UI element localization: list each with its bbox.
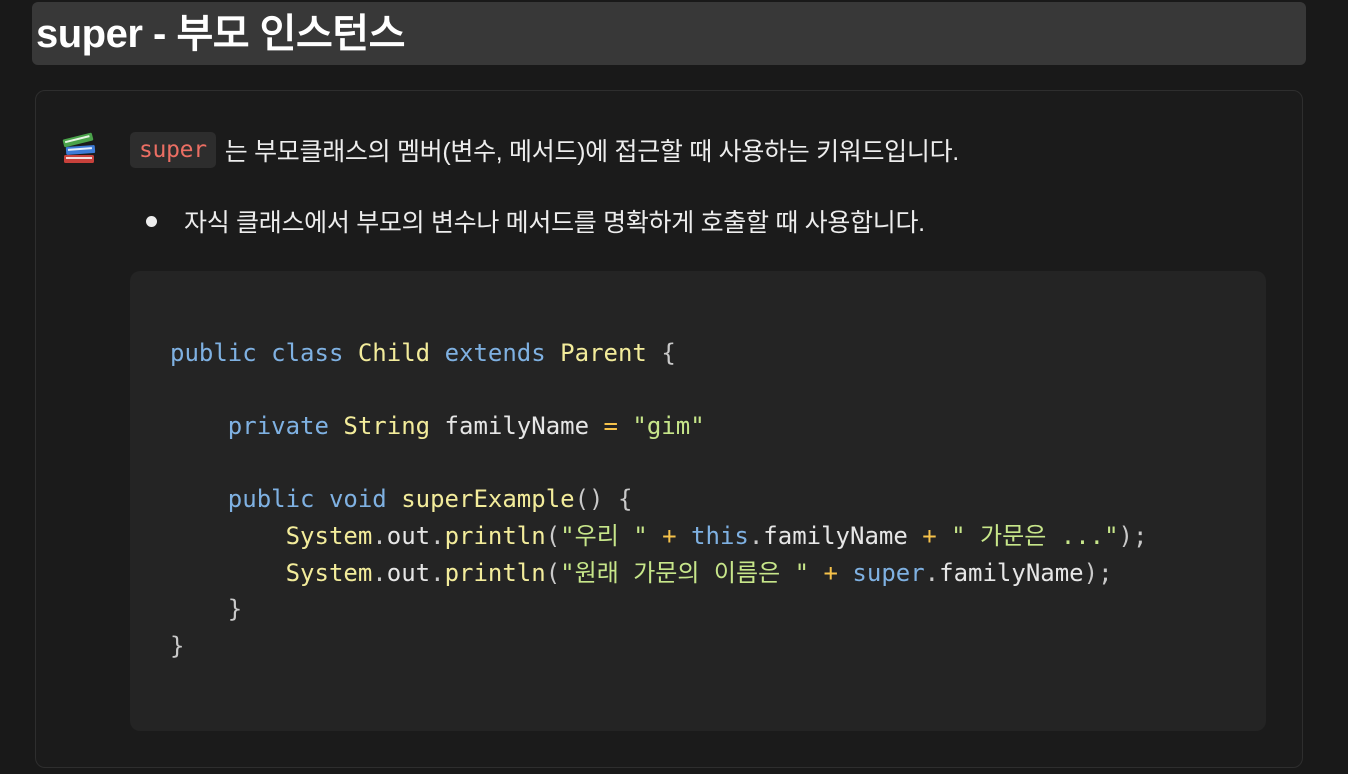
code-token-fn: superExample — [401, 485, 575, 514]
code-token-kw: super — [852, 558, 925, 587]
notion-page: super - 부모 인스턴스 super 는 부모클래스의 멤버(변수, 메서… — [0, 0, 1348, 774]
code-token-punc: ); — [1118, 521, 1148, 550]
code-line: private String familyName = "gim" — [170, 408, 1147, 445]
callout-block[interactable]: super 는 부모클래스의 멤버(변수, 메서드)에 접근할 때 사용하는 키… — [35, 90, 1303, 768]
code-token-ident — [170, 412, 228, 440]
bullet-list-item: 자식 클래스에서 부모의 변수나 메서드를 명확하게 호출할 때 사용합니다. — [144, 201, 925, 241]
code-token-ident: out — [386, 521, 431, 550]
code-token-op: + — [662, 521, 677, 550]
code-line: } — [170, 591, 1147, 628]
code-token-ident: familyName — [763, 521, 923, 550]
code-token-ident — [170, 595, 228, 623]
code-token-type: Child — [357, 339, 431, 367]
code-token-punc: } — [170, 631, 185, 660]
code-token-ident — [648, 522, 662, 550]
callout-paragraph: super 는 부모클래스의 멤버(변수, 메서드)에 접근할 때 사용하는 키… — [130, 131, 959, 169]
code-line: public void superExample() { — [170, 481, 1147, 518]
code-token-ident — [343, 339, 357, 367]
code-token-ident — [257, 339, 271, 367]
code-token-kw: class — [271, 339, 344, 367]
code-token-fn: println — [444, 521, 546, 550]
code-content[interactable]: public class Child extends Parent { priv… — [170, 335, 1147, 664]
code-token-type: System — [285, 558, 373, 587]
code-token-ident — [430, 339, 444, 367]
bullet-text: 자식 클래스에서 부모의 변수나 메서드를 명확하게 호출할 때 사용합니다. — [184, 209, 925, 237]
code-token-ident — [387, 485, 401, 513]
code-token-str: "원래 가문의 이름은 " — [560, 558, 810, 587]
code-token-str: "gim" — [632, 412, 705, 441]
code-token-kw: public — [227, 485, 315, 514]
code-token-punc: ); — [1083, 558, 1113, 587]
code-token-ident — [329, 412, 343, 440]
code-token-ident: familyName — [430, 412, 604, 441]
code-line: System.out.println("우리 " + this.familyNa… — [170, 518, 1148, 555]
code-token-kw: this — [691, 521, 749, 550]
code-token-str: "우리 " — [560, 521, 648, 550]
bullet-dot-icon — [146, 215, 157, 227]
code-token-ident — [647, 339, 661, 367]
code-token-fn: println — [444, 558, 546, 587]
code-line: System.out.println("원래 가문의 이름은 " + super… — [170, 555, 1147, 592]
code-block[interactable]: public class Child extends Parent { priv… — [130, 271, 1266, 731]
page-heading: super - 부모 인스턴스 — [36, 12, 405, 56]
code-token-kw: void — [328, 485, 387, 514]
code-token-punc: ( — [545, 558, 561, 587]
code-token-ident — [809, 559, 823, 587]
callout-description: 는 부모클래스의 멤버(변수, 메서드)에 접근할 때 사용하는 키워드입니다. — [224, 138, 959, 166]
code-token-str: " 가문은 ..." — [951, 521, 1119, 550]
code-token-punc: ( — [545, 521, 561, 550]
code-token-ident — [838, 559, 852, 587]
code-token-ident — [937, 522, 951, 550]
code-token-op: + — [823, 558, 838, 587]
heading-block[interactable]: super - 부모 인스턴스 — [32, 2, 1306, 65]
code-token-punc: . — [372, 558, 387, 587]
code-token-punc: () { — [574, 485, 633, 514]
code-token-kw: public — [170, 339, 257, 367]
code-token-punc: . — [430, 521, 445, 550]
code-token-kw: extends — [444, 339, 546, 367]
code-token-punc: . — [748, 521, 764, 550]
code-token-ident: familyName — [939, 558, 1084, 587]
code-token-punc: { — [661, 339, 676, 367]
code-token-ident — [677, 522, 691, 550]
code-token-type: System — [285, 521, 373, 550]
code-token-ident — [170, 485, 228, 513]
code-token-punc: . — [924, 558, 940, 587]
code-token-ident — [546, 339, 560, 367]
code-token-op: + — [922, 521, 937, 550]
code-token-ident: out — [386, 558, 431, 587]
code-token-punc: } — [227, 595, 243, 624]
code-token-type: String — [343, 412, 431, 441]
code-token-op: = — [603, 412, 618, 441]
code-token-punc: . — [430, 558, 445, 587]
code-token-ident — [618, 412, 632, 440]
code-line: public class Child extends Parent { — [170, 335, 1147, 372]
code-token-ident — [170, 559, 286, 587]
books-icon-graphic — [62, 132, 96, 163]
code-line: } — [170, 628, 1147, 665]
code-token-kw: private — [227, 412, 329, 441]
code-token-ident — [170, 522, 286, 550]
books-emoji-icon[interactable] — [62, 131, 98, 165]
code-token-punc: . — [372, 521, 387, 550]
code-token-type: Parent — [560, 339, 647, 367]
code-token-ident — [315, 485, 329, 513]
inline-code-super: super — [130, 132, 216, 168]
